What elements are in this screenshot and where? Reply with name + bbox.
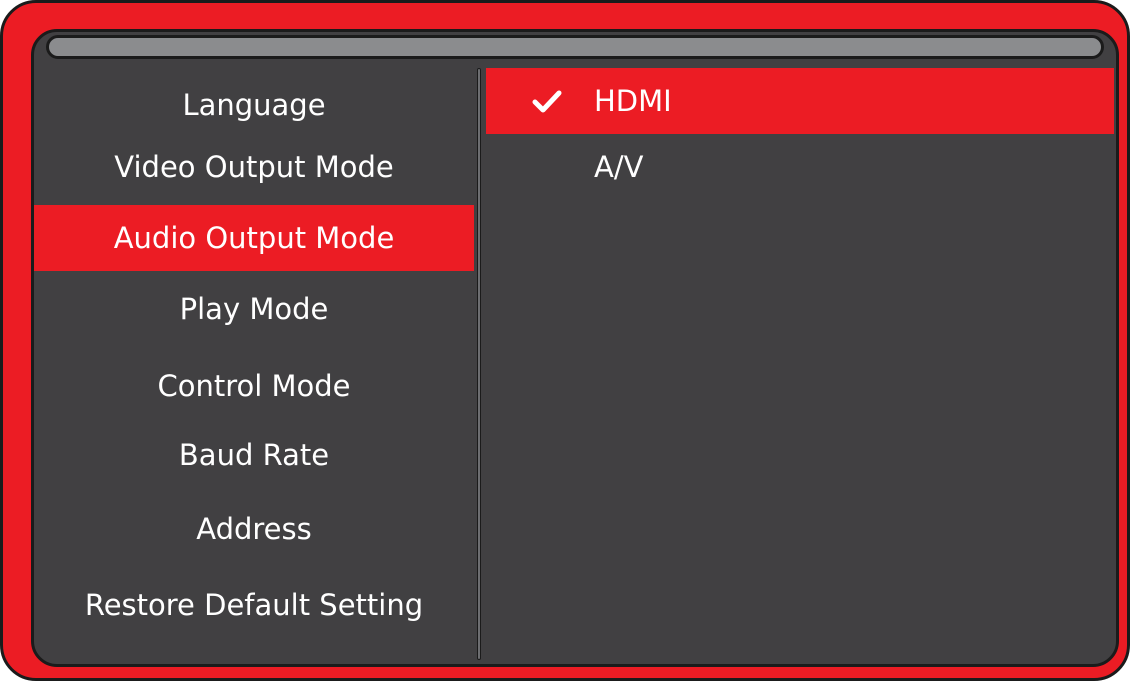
menu-item-address[interactable]: Address	[34, 496, 474, 562]
menu-item-control-mode[interactable]: Control Mode	[34, 353, 474, 419]
menu-item-baud-rate[interactable]: Baud Rate	[34, 422, 474, 488]
menu-item-audio-output-mode[interactable]: Audio Output Mode	[34, 205, 474, 271]
checkmark-icon	[532, 90, 562, 113]
settings-screen: Language Video Output Mode Audio Output …	[31, 29, 1119, 667]
option-label: HDMI	[594, 84, 672, 118]
option-av[interactable]: A/V	[486, 134, 1114, 200]
menu-item-restore-default-setting[interactable]: Restore Default Setting	[34, 572, 474, 638]
option-label: A/V	[594, 150, 644, 184]
option-hdmi[interactable]: HDMI	[486, 68, 1114, 134]
device-frame: Language Video Output Mode Audio Output …	[0, 0, 1130, 681]
settings-menu: Language Video Output Mode Audio Output …	[34, 32, 474, 664]
panel-divider-scrollbar[interactable]	[477, 68, 481, 660]
menu-item-language[interactable]: Language	[34, 72, 474, 138]
menu-item-play-mode[interactable]: Play Mode	[34, 276, 474, 342]
menu-item-video-output-mode[interactable]: Video Output Mode	[34, 134, 474, 200]
options-panel: HDMI A/V	[486, 32, 1116, 664]
